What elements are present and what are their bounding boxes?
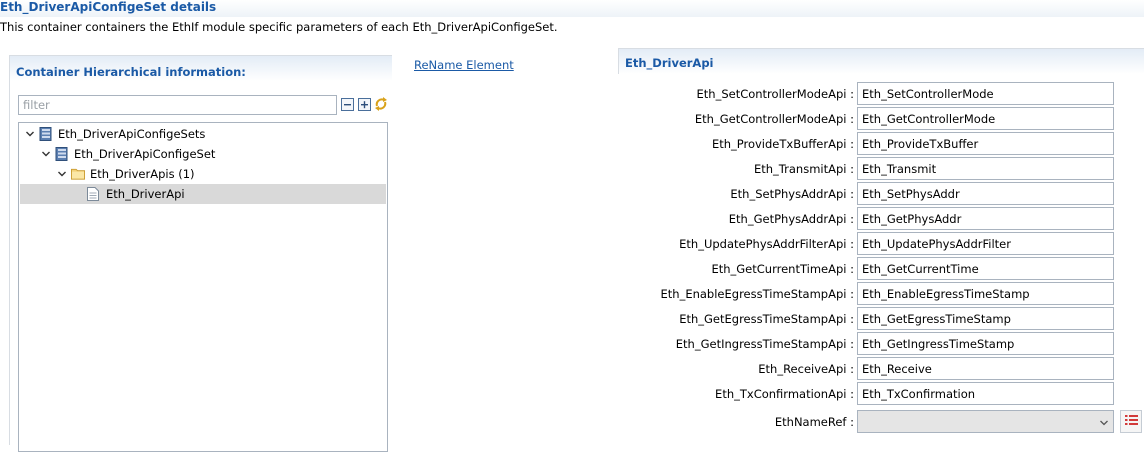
section-title: Container Hierarchical information: xyxy=(16,65,246,79)
expand-all-icon[interactable] xyxy=(357,97,371,111)
form-row: Eth_TransmitApi : xyxy=(560,157,1144,181)
field-input[interactable] xyxy=(857,132,1114,155)
field-label: Eth_EnableEgressTimeStampApi : xyxy=(660,287,854,301)
form-row: EthNameRef : xyxy=(560,410,1144,434)
document-icon xyxy=(87,187,101,201)
tree-item-label: Eth_DriverApi xyxy=(106,187,185,201)
container-icon xyxy=(55,147,69,161)
field-label: Eth_TxConfirmationApi : xyxy=(715,387,854,401)
form-row: Eth_GetPhysAddrApi : xyxy=(560,207,1144,231)
field-label: Eth_SetControllerModeApi : xyxy=(696,87,855,101)
tree-item-selected[interactable]: Eth_DriverApi xyxy=(20,184,386,204)
form-row: Eth_GetCurrentTimeApi : xyxy=(560,257,1144,281)
section-title: Eth_DriverApi xyxy=(625,56,714,70)
container-hierarchy-panel: Container Hierarchical information: Eth_… xyxy=(9,55,392,452)
container-tree: Eth_DriverApiConfigeSets Eth_DriverApiCo… xyxy=(18,122,388,452)
section-header: Eth_DriverApi xyxy=(618,48,1144,74)
form-row: Eth_GetEgressTimeStampApi : xyxy=(560,307,1144,331)
field-label: Eth_GetIngressTimeStampApi : xyxy=(675,337,854,351)
form-row: Eth_GetControllerModeApi : xyxy=(560,107,1144,131)
sync-icon[interactable] xyxy=(374,97,388,111)
field-input[interactable] xyxy=(857,82,1114,105)
tree-item-label: Eth_DriverApiConfigeSets xyxy=(58,127,206,141)
field-label: Eth_ProvideTxBufferApi : xyxy=(711,137,854,151)
tree-item[interactable]: Eth_DriverApiConfigeSet xyxy=(20,144,386,164)
form-row: Eth_SetPhysAddrApi : xyxy=(560,182,1144,206)
field-input[interactable] xyxy=(857,357,1114,380)
container-icon xyxy=(39,127,53,141)
field-input[interactable] xyxy=(857,382,1114,405)
rename-element-link[interactable]: ReName Element xyxy=(414,58,514,72)
collapse-all-icon[interactable] xyxy=(340,97,354,111)
form-row: Eth_ProvideTxBufferApi : xyxy=(560,132,1144,156)
form-row: Eth_GetIngressTimeStampApi : xyxy=(560,332,1144,356)
tree-item[interactable]: Eth_DriverApis (1) xyxy=(20,164,386,184)
tree-item-label: Eth_DriverApiConfigeSet xyxy=(74,147,216,161)
page-description: This container containers the EthIf modu… xyxy=(0,20,558,34)
form-row: Eth_UpdatePhysAddrFilterApi : xyxy=(560,232,1144,256)
field-input[interactable] xyxy=(857,307,1114,330)
field-input[interactable] xyxy=(857,157,1114,180)
chevron-down-icon[interactable] xyxy=(40,148,52,160)
section-header: Container Hierarchical information: xyxy=(10,55,392,81)
field-label: Eth_UpdatePhysAddrFilterApi : xyxy=(679,237,854,251)
eth-name-ref-select[interactable] xyxy=(857,410,1114,433)
reference-list-button[interactable] xyxy=(1120,410,1142,433)
field-label: Eth_GetCurrentTimeApi : xyxy=(711,262,854,276)
field-label: EthNameRef : xyxy=(774,415,854,429)
field-label: Eth_GetPhysAddrApi : xyxy=(728,212,854,226)
list-icon xyxy=(1124,414,1138,429)
chevron-down-icon xyxy=(1099,417,1109,431)
field-label: Eth_GetEgressTimeStampApi : xyxy=(679,312,854,326)
field-input[interactable] xyxy=(857,332,1114,355)
field-input[interactable] xyxy=(857,232,1114,255)
field-label: Eth_GetControllerModeApi : xyxy=(694,112,854,126)
form-row: Eth_TxConfirmationApi : xyxy=(560,382,1144,406)
tree-item-label: Eth_DriverApis (1) xyxy=(90,167,195,181)
field-input[interactable] xyxy=(857,257,1114,280)
page-title: Eth_DriverApiConfigeSet details xyxy=(0,0,217,14)
tree-item[interactable]: Eth_DriverApiConfigeSets xyxy=(20,124,386,144)
chevron-down-icon[interactable] xyxy=(56,168,68,180)
field-input[interactable] xyxy=(857,107,1114,130)
field-input[interactable] xyxy=(857,207,1114,230)
field-label: Eth_ReceiveApi : xyxy=(758,362,854,376)
folder-icon xyxy=(71,167,85,181)
field-input[interactable] xyxy=(857,182,1114,205)
chevron-down-icon[interactable] xyxy=(24,128,36,140)
field-input[interactable] xyxy=(857,282,1114,305)
form-row: Eth_SetControllerModeApi : xyxy=(560,82,1144,106)
field-label: Eth_SetPhysAddrApi : xyxy=(730,187,854,201)
filter-input[interactable] xyxy=(18,95,337,115)
form-row: Eth_ReceiveApi : xyxy=(560,357,1144,381)
field-label: Eth_TransmitApi : xyxy=(753,162,854,176)
form-row: Eth_EnableEgressTimeStampApi : xyxy=(560,282,1144,306)
